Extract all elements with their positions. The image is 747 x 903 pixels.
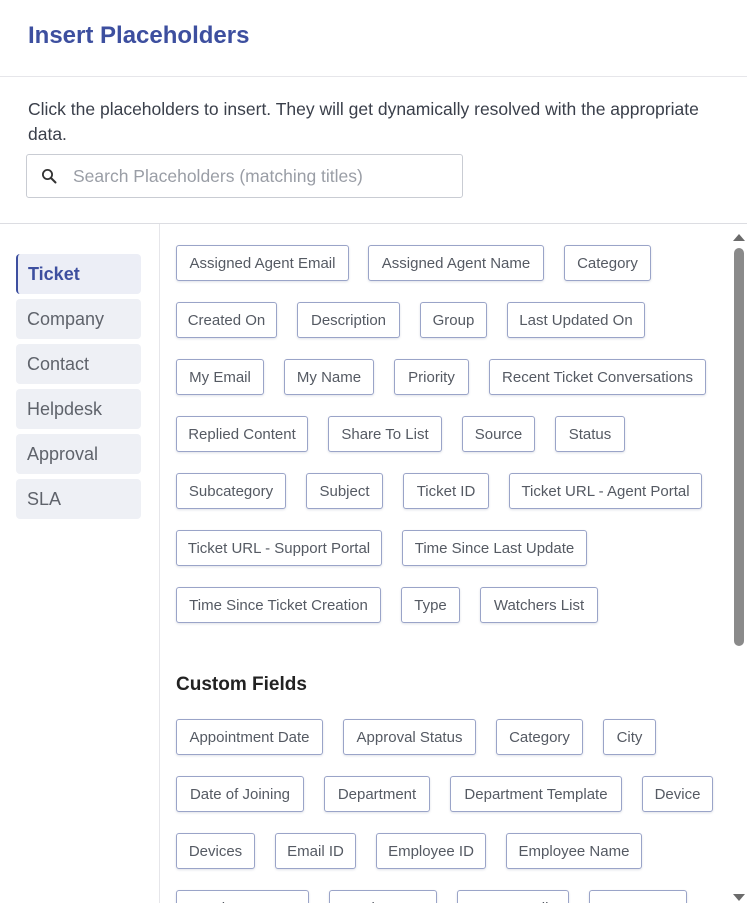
placeholder-chip[interactable]: Time Since Last Update bbox=[402, 530, 587, 566]
search-icon bbox=[39, 166, 59, 186]
placeholder-chip[interactable]: Replied Content bbox=[176, 416, 308, 452]
custom-fields-heading: Custom Fields bbox=[176, 674, 307, 695]
placeholder-chip[interactable]: My Email bbox=[176, 359, 264, 395]
content-scrollbar[interactable] bbox=[731, 224, 747, 903]
custom-field-chip[interactable]: Category bbox=[496, 719, 583, 755]
custom-field-chip[interactable]: Issue Details bbox=[457, 890, 569, 903]
placeholder-chip[interactable]: Share To List bbox=[328, 416, 442, 452]
placeholder-chip[interactable]: Source bbox=[462, 416, 535, 452]
sidebar-item-sla[interactable]: SLA bbox=[16, 479, 141, 519]
custom-field-chip[interactable]: Department bbox=[324, 776, 430, 812]
placeholder-chip[interactable]: Ticket ID bbox=[403, 473, 489, 509]
dialog-title: Insert Placeholders bbox=[28, 22, 250, 49]
custom-field-chip[interactable]: Inquiry Type bbox=[329, 890, 437, 903]
custom-field-chip[interactable]: Issue Type bbox=[589, 890, 687, 903]
placeholder-chip[interactable]: Assigned Agent Name bbox=[368, 245, 544, 281]
placeholder-chip[interactable]: Recent Ticket Conversations bbox=[489, 359, 706, 395]
placeholder-chip[interactable]: Type bbox=[401, 587, 460, 623]
custom-field-chip[interactable]: City bbox=[603, 719, 656, 755]
scrollbar-thumb[interactable] bbox=[734, 248, 744, 646]
placeholder-list: Assigned Agent Email Assigned Agent Name… bbox=[161, 224, 731, 903]
insert-placeholders-dialog: Insert Placeholders Click the placeholde… bbox=[0, 0, 747, 903]
placeholder-chip[interactable]: Watchers List bbox=[480, 587, 598, 623]
intro-text: Click the placeholders to insert. They w… bbox=[28, 99, 699, 144]
sidebar-item-helpdesk[interactable]: Helpdesk bbox=[16, 389, 141, 429]
placeholder-chip[interactable]: Priority bbox=[394, 359, 469, 395]
placeholder-chip[interactable]: Last Updated On bbox=[507, 302, 645, 338]
placeholder-chip[interactable]: Status bbox=[555, 416, 625, 452]
placeholder-chip[interactable]: Ticket URL - Support Portal bbox=[176, 530, 382, 566]
search-box[interactable] bbox=[26, 154, 463, 198]
sidebar-item-ticket[interactable]: Ticket bbox=[16, 254, 141, 294]
scroll-down-arrow-icon[interactable] bbox=[733, 891, 745, 903]
sidebar-item-contact[interactable]: Contact bbox=[16, 344, 141, 384]
placeholder-chip[interactable]: Description bbox=[297, 302, 400, 338]
custom-field-chip[interactable]: Appointment Date bbox=[176, 719, 323, 755]
custom-field-chip[interactable]: Devices bbox=[176, 833, 255, 869]
scroll-up-arrow-icon[interactable] bbox=[733, 230, 745, 242]
placeholder-chip[interactable]: Time Since Ticket Creation bbox=[176, 587, 381, 623]
custom-field-chip[interactable]: Email ID bbox=[275, 833, 356, 869]
placeholder-chip[interactable]: Group bbox=[420, 302, 487, 338]
placeholder-chip[interactable]: Subcategory bbox=[176, 473, 286, 509]
custom-field-chip[interactable]: Date of Joining bbox=[176, 776, 304, 812]
placeholder-chip[interactable]: My Name bbox=[284, 359, 374, 395]
sidebar-item-approval[interactable]: Approval bbox=[16, 434, 141, 474]
category-sidebar: Ticket Company Contact Helpdesk Approval… bbox=[0, 224, 160, 903]
dialog-header: Insert Placeholders bbox=[0, 0, 747, 77]
custom-field-chip[interactable]: Employee Type bbox=[176, 890, 309, 903]
custom-field-chip[interactable]: Approval Status bbox=[343, 719, 476, 755]
custom-field-chip[interactable]: Department Template bbox=[450, 776, 622, 812]
sidebar-item-company[interactable]: Company bbox=[16, 299, 141, 339]
placeholder-chip[interactable]: Created On bbox=[176, 302, 277, 338]
placeholder-chip[interactable]: Category bbox=[564, 245, 651, 281]
custom-field-chip[interactable]: Device bbox=[642, 776, 713, 812]
placeholder-chip[interactable]: Assigned Agent Email bbox=[176, 245, 349, 281]
placeholder-chip[interactable]: Subject bbox=[306, 473, 383, 509]
custom-field-chip[interactable]: Employee ID bbox=[376, 833, 486, 869]
search-input[interactable] bbox=[73, 165, 433, 187]
placeholder-chip[interactable]: Ticket URL - Agent Portal bbox=[509, 473, 702, 509]
custom-field-chip[interactable]: Employee Name bbox=[506, 833, 642, 869]
